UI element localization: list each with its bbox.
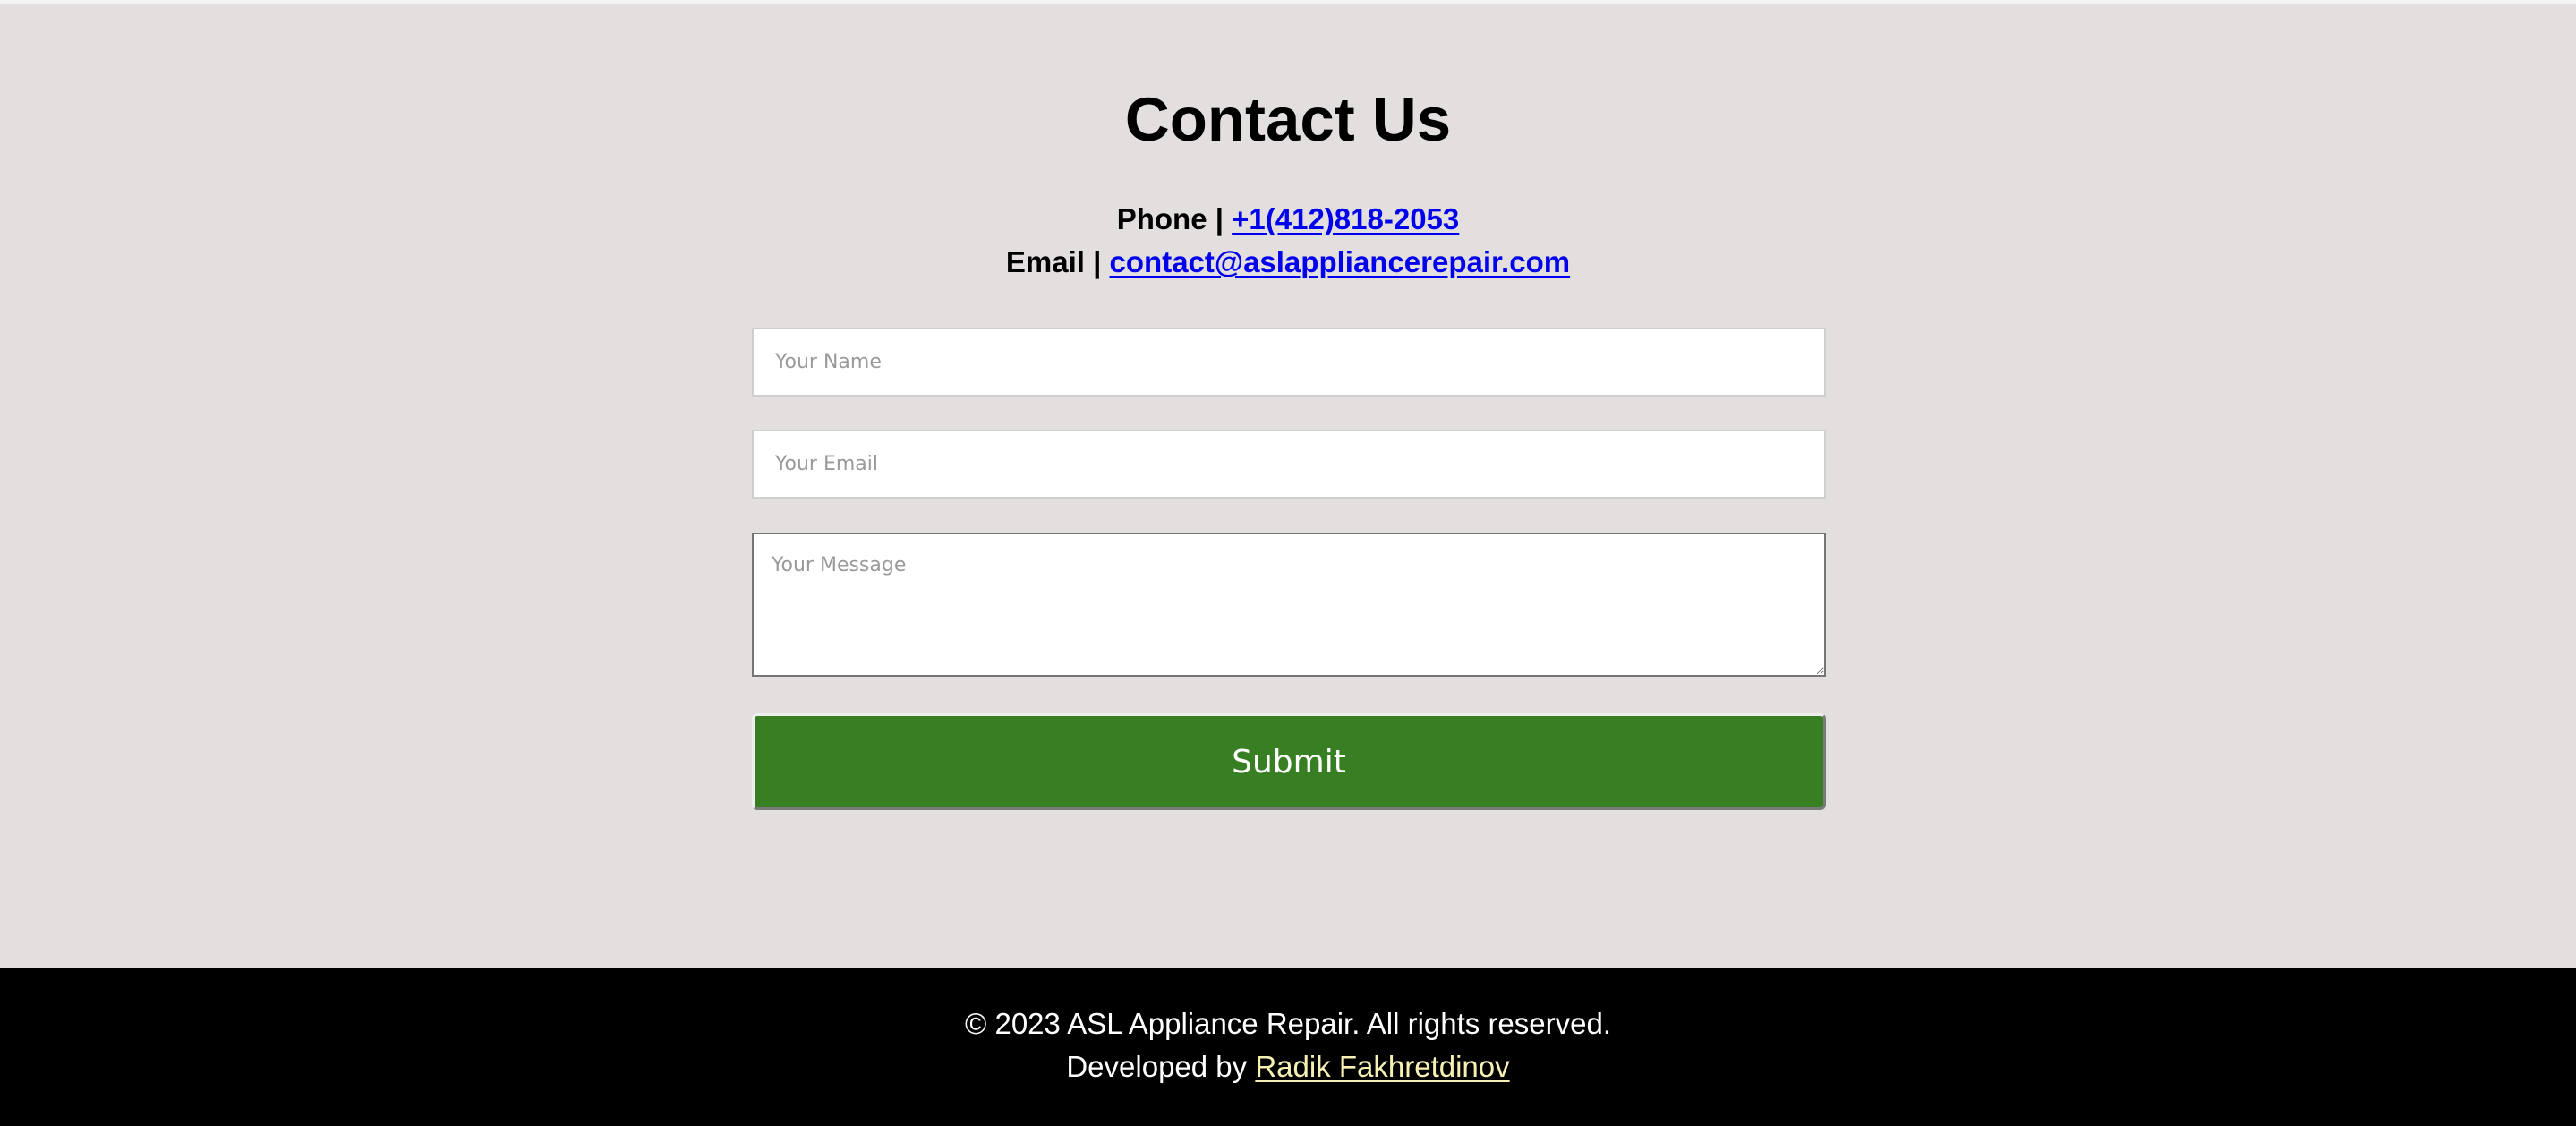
phone-label: Phone |: [1116, 202, 1233, 235]
email-input[interactable]: [752, 430, 1826, 499]
phone-link[interactable]: +1(412)818-2053: [1232, 202, 1459, 235]
developer-credit: Developed by Radik Fakhretdinov: [0, 1046, 2576, 1088]
name-input[interactable]: [752, 328, 1826, 397]
copyright-text: © 2023 ASL Appliance Repair. All rights …: [964, 1007, 1612, 1040]
phone-line: Phone | +1(412)818-2053: [0, 200, 2576, 239]
developer-link[interactable]: Radik Fakhretdinov: [1255, 1050, 1509, 1083]
submit-button[interactable]: Submit: [752, 713, 1826, 810]
email-line: Email | contact@aslappliancerepair.com: [0, 243, 2576, 282]
footer: © 2023 ASL Appliance Repair. All rights …: [0, 968, 2576, 1126]
developed-by-label: Developed by: [1066, 1050, 1256, 1083]
email-label: Email |: [1005, 245, 1110, 278]
page-title: Contact Us: [1124, 85, 1452, 154]
contact-section: Contact Us Phone | +1(412)818-2053 Email…: [0, 4, 2576, 968]
message-textarea[interactable]: [752, 533, 1826, 677]
email-link[interactable]: contact@aslappliancerepair.com: [1110, 245, 1571, 278]
